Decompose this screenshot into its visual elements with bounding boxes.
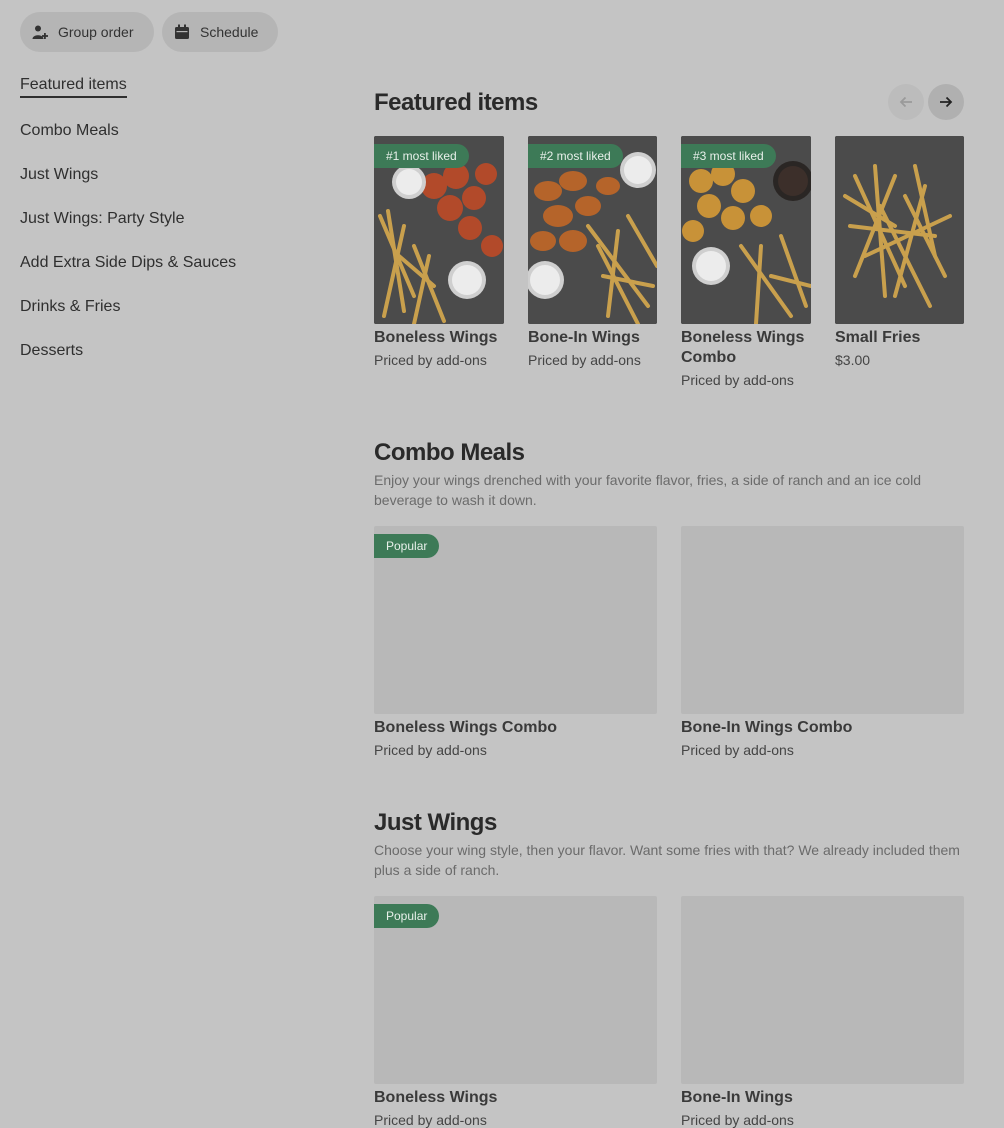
just-wings-section-description: Choose your wing style, then your flavor… xyxy=(374,842,960,878)
most-liked-badge: #2 most liked xyxy=(528,144,623,168)
nav-item-combo-meals[interactable]: Combo Meals xyxy=(20,122,119,140)
featured-card-image[interactable]: #3 most liked xyxy=(681,136,811,324)
wings-item-name[interactable]: Boneless Wings xyxy=(374,1088,497,1108)
just-wings-section-title: Just Wings xyxy=(374,809,497,836)
combo-item-price: Priced by add-ons xyxy=(374,742,487,758)
combo-item-name[interactable]: Boneless Wings Combo xyxy=(374,718,557,738)
calendar-icon xyxy=(174,24,190,40)
most-liked-badge: #1 most liked xyxy=(374,144,469,168)
wings-card-image[interactable] xyxy=(681,896,964,1084)
popular-badge: Popular xyxy=(374,534,440,558)
featured-item-price: Priced by add-ons xyxy=(681,372,794,388)
wings-card-image[interactable]: Popular xyxy=(374,896,657,1084)
combo-section-title: Combo Meals xyxy=(374,439,525,466)
most-liked-badge: #3 most liked xyxy=(681,144,776,168)
combo-item-name[interactable]: Bone-In Wings Combo xyxy=(681,718,852,738)
wings-item-name[interactable]: Bone-In Wings xyxy=(681,1088,793,1108)
group-order-button[interactable]: Group order xyxy=(20,12,154,52)
arrow-left-icon xyxy=(899,96,912,108)
featured-item-name[interactable]: Boneless Wings Combo xyxy=(681,328,811,368)
group-order-label: Group order xyxy=(58,24,134,40)
featured-item-price: $3.00 xyxy=(835,352,871,368)
featured-item-name[interactable]: Bone-In Wings xyxy=(528,328,657,348)
carousel-next-button[interactable] xyxy=(928,84,964,120)
nav-item-desserts[interactable]: Desserts xyxy=(20,342,83,360)
carousel-prev-button[interactable] xyxy=(888,84,924,120)
featured-item-price: Priced by add-ons xyxy=(528,352,641,368)
small-fries-photo xyxy=(835,136,964,324)
combo-card-image[interactable] xyxy=(681,526,964,714)
combo-section-description: Enjoy your wings drenched with your favo… xyxy=(374,472,922,508)
schedule-button[interactable]: Schedule xyxy=(162,12,278,52)
featured-card-image[interactable]: #1 most liked xyxy=(374,136,504,324)
nav-item-just-wings-party-style[interactable]: Just Wings: Party Style xyxy=(20,210,185,228)
featured-card-image[interactable] xyxy=(835,136,964,324)
nav-item-featured-items[interactable]: Featured items xyxy=(20,76,127,98)
combo-item-price: Priced by add-ons xyxy=(681,742,794,758)
schedule-label: Schedule xyxy=(200,24,259,40)
nav-item-drinks-fries[interactable]: Drinks & Fries xyxy=(20,298,120,316)
nav-item-just-wings[interactable]: Just Wings xyxy=(20,166,98,184)
arrow-right-icon xyxy=(940,96,953,108)
add-person-icon xyxy=(32,24,48,40)
popular-badge: Popular xyxy=(374,904,440,928)
combo-card-image[interactable]: Popular xyxy=(374,526,657,714)
featured-item-price: Priced by add-ons xyxy=(374,352,487,368)
wings-item-price: Priced by add-ons xyxy=(374,1112,487,1128)
featured-item-name[interactable]: Small Fries xyxy=(835,328,964,348)
featured-card-image[interactable]: #2 most liked xyxy=(528,136,657,324)
featured-item-name[interactable]: Boneless Wings xyxy=(374,328,504,348)
nav-item-extra-dips-sauces[interactable]: Add Extra Side Dips & Sauces xyxy=(20,254,236,272)
featured-section-title: Featured items xyxy=(374,89,538,116)
wings-item-price: Priced by add-ons xyxy=(681,1112,794,1128)
